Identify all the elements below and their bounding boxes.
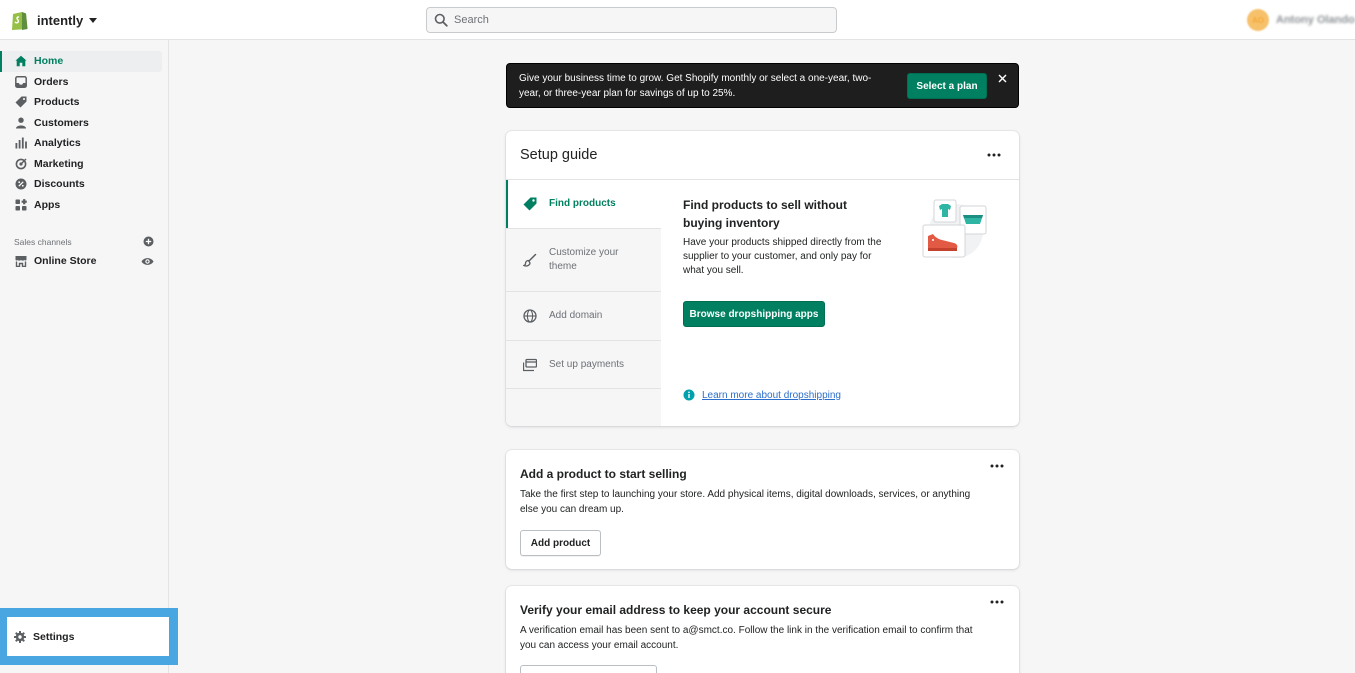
- sidebar-item-label: Marketing: [34, 157, 84, 170]
- sidebar-item-label: Products: [34, 96, 80, 109]
- sidebar: Home Orders Products Customers Analytics…: [0, 40, 169, 673]
- online-store-label: Online Store: [34, 255, 97, 268]
- user-menu[interactable]: AO Antony Olando: [1247, 9, 1355, 31]
- search-bar[interactable]: [426, 7, 837, 33]
- home-icon: [15, 56, 27, 67]
- browse-dropshipping-apps-button[interactable]: Browse dropshipping apps: [683, 301, 825, 327]
- card-title: Verify your email address to keep your a…: [520, 603, 832, 617]
- step-label: Customize your theme: [549, 247, 619, 272]
- step-set-up-payments[interactable]: Set up payments: [506, 341, 661, 389]
- gear-icon: [14, 630, 26, 643]
- sidebar-item-customers[interactable]: Customers: [0, 113, 169, 134]
- sidebar-item-marketing[interactable]: Marketing: [0, 154, 169, 175]
- step-customize-theme[interactable]: Customize your theme: [506, 229, 661, 292]
- step-detail-title: Find products to sell without buying inv…: [683, 198, 847, 230]
- store-icon: [15, 256, 27, 268]
- sidebar-item-label: Home: [34, 55, 64, 68]
- step-label: Add domain: [549, 310, 603, 321]
- card-description: A verification email has been sent to a@…: [520, 625, 973, 651]
- steps-filler: [506, 389, 661, 426]
- more-options-icon[interactable]: [990, 464, 1004, 468]
- store-name: intently: [37, 12, 84, 28]
- close-icon[interactable]: [997, 73, 1008, 84]
- setup-guide-card: Setup guide Find products Customize your…: [506, 131, 1019, 426]
- banner-text: Give your business time to grow. Get Sho…: [519, 73, 872, 99]
- step-label: Set up payments: [549, 358, 625, 370]
- add-product-button[interactable]: Add product: [520, 530, 601, 556]
- sidebar-item-online-store[interactable]: Online Store: [0, 251, 169, 272]
- caret-down-icon: [89, 17, 98, 23]
- learn-more-dropshipping-link[interactable]: Learn more about dropshipping: [702, 390, 841, 401]
- eye-icon[interactable]: [141, 255, 154, 268]
- card-title: Add a product to start selling: [520, 467, 687, 481]
- setup-steps: Find products Customize your theme Add d…: [506, 180, 661, 426]
- sidebar-item-label: Analytics: [34, 137, 81, 150]
- sidebar-item-products[interactable]: Products: [0, 92, 169, 113]
- shopify-logo-icon: [12, 12, 28, 30]
- sidebar-nav: Home Orders Products Customers Analytics…: [0, 51, 169, 215]
- sales-channels-header: Sales channels: [14, 236, 154, 247]
- apps-icon: [15, 198, 27, 211]
- search-icon: [434, 13, 448, 27]
- step-label: Find products: [549, 198, 616, 209]
- user-name: Antony Olando: [1276, 14, 1355, 26]
- setup-guide-title: Setup guide: [520, 147, 598, 163]
- plan-banner: Give your business time to grow. Get Sho…: [506, 63, 1019, 108]
- tag-icon: [15, 96, 27, 108]
- add-product-card: Add a product to start selling Take the …: [506, 450, 1019, 569]
- person-icon: [16, 117, 26, 129]
- verify-email-card: Verify your email address to keep your a…: [506, 586, 1019, 673]
- sidebar-item-label: Customers: [34, 116, 89, 129]
- add-circle-icon[interactable]: [143, 236, 154, 247]
- tag-icon: [523, 197, 537, 211]
- sidebar-item-apps[interactable]: Apps: [0, 195, 169, 216]
- info-icon: [683, 389, 695, 401]
- store-switcher[interactable]: intently: [10, 9, 98, 31]
- bar-chart-icon: [15, 137, 27, 149]
- step-add-domain[interactable]: Add domain: [506, 292, 661, 341]
- discount-icon: [15, 178, 27, 190]
- sidebar-item-label: Orders: [34, 75, 69, 88]
- payment-icon: [523, 358, 537, 371]
- search-input[interactable]: [454, 14, 824, 26]
- sidebar-item-home[interactable]: Home: [0, 51, 162, 72]
- sidebar-item-discounts[interactable]: Discounts: [0, 174, 169, 195]
- sales-channels-label: Sales channels: [14, 236, 72, 247]
- sidebar-item-analytics[interactable]: Analytics: [0, 133, 169, 154]
- avatar: AO: [1247, 9, 1269, 31]
- settings-label: Settings: [33, 630, 75, 643]
- target-icon: [15, 158, 27, 170]
- sidebar-item-orders[interactable]: Orders: [0, 72, 169, 93]
- globe-icon: [523, 309, 537, 323]
- sidebar-item-settings[interactable]: Settings: [7, 617, 169, 656]
- more-options-icon[interactable]: [987, 153, 1001, 157]
- sidebar-item-label: Discounts: [34, 178, 85, 191]
- verify-email-button[interactable]: [520, 665, 657, 673]
- top-bar: intently AO Antony Olando: [0, 0, 1355, 40]
- step-find-products[interactable]: Find products: [506, 180, 661, 229]
- learn-more-link-row: Learn more about dropshipping: [683, 389, 841, 401]
- products-illustration: [922, 199, 987, 258]
- brush-icon: [523, 253, 537, 267]
- sidebar-item-label: Apps: [34, 198, 61, 211]
- card-description: Take the first step to launching your st…: [520, 489, 971, 515]
- step-detail-description: Have your products shipped directly from…: [683, 237, 882, 277]
- orders-icon: [15, 75, 27, 88]
- more-options-icon[interactable]: [990, 600, 1004, 604]
- select-plan-button[interactable]: Select a plan: [907, 73, 987, 99]
